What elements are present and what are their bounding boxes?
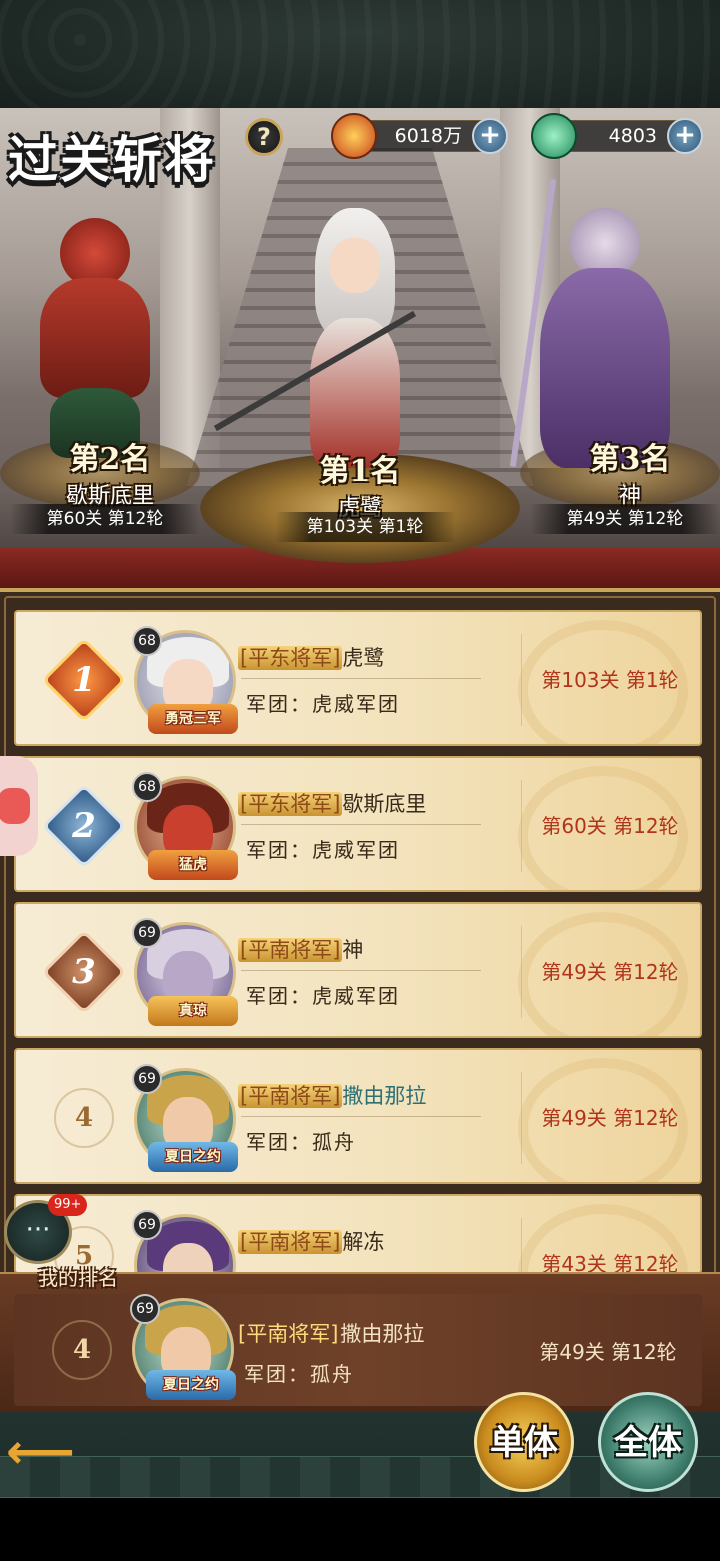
podium-rank1-progress: 第103关 第1轮: [275, 512, 455, 542]
column-divider: [521, 634, 522, 726]
name-divider: [241, 678, 481, 679]
level-badge: 68: [132, 626, 162, 656]
player-name: [平南将军]撒由那拉: [238, 1322, 425, 1346]
ranking-row-3[interactable]: 3 69 真琼 [平南将军]神 军团：虎威军团 第49关 第12轮: [14, 902, 702, 1038]
player-progress: 第103关 第1轮: [541, 668, 679, 692]
name-divider: [241, 1116, 481, 1117]
player-progress: 第49关 第12轮: [539, 1340, 677, 1364]
gold-coin-icon: [331, 113, 377, 159]
rank-number: 4: [46, 1080, 122, 1156]
page-title: 过关斩将: [8, 130, 216, 189]
my-rank-row[interactable]: 4 69 夏日之约 [平南将军]撒由那拉 军团：孤舟 第49关 第12轮: [14, 1294, 702, 1406]
player-progress: 第43关 第12轮: [541, 1252, 679, 1274]
single-mode-button[interactable]: 单体: [474, 1392, 574, 1492]
player-legion: 军团：虎威军团: [246, 692, 400, 716]
podium-rank1-label: 第1名: [319, 454, 401, 489]
column-divider: [521, 1218, 522, 1272]
podium-rank2: 第2名 歇斯底里: [30, 434, 190, 510]
rank-medal-silver: 2: [41, 783, 127, 869]
column-divider: [521, 780, 522, 872]
avatar-tag: 猛虎: [148, 850, 238, 880]
player-legion: 军团：虎威军团: [246, 838, 400, 862]
add-jade-plus-icon[interactable]: +: [667, 118, 703, 154]
all-mode-button[interactable]: 全体: [598, 1392, 698, 1492]
top-band: [0, 0, 720, 108]
player-name: [平南将军]撒由那拉: [238, 1084, 427, 1108]
player-name: [平东将军]歇斯底里: [238, 792, 427, 816]
column-divider: [521, 926, 522, 1018]
level-badge: 69: [132, 1064, 162, 1094]
avatar-tag: 勇冠三军: [148, 704, 238, 734]
my-rank-label: 我的排名: [38, 1266, 118, 1290]
jade-icon: [531, 113, 577, 159]
podium-rank2-progress: 第60关 第12轮: [10, 504, 200, 534]
chat-badge: 99+: [48, 1194, 88, 1216]
ranking-row-2[interactable]: 2 68 猛虎 [平东将军]歇斯底里 军团：虎威军团 第60关 第12轮: [14, 756, 702, 892]
gold-currency: 6018万 +: [331, 113, 508, 159]
player-legion: 军团：虎威军团: [246, 984, 400, 1008]
column-divider: [521, 1072, 522, 1164]
player-name: [平东将军]虎鹭: [238, 646, 385, 670]
rank-medal-gold: 1: [41, 637, 127, 723]
gold-value: 6018万: [394, 125, 462, 147]
rank-number: 4: [44, 1312, 120, 1388]
rank-medal-bronze: 3: [41, 929, 127, 1015]
level-badge: 69: [132, 1210, 162, 1240]
player-legion: 军团：孤舟: [246, 1130, 356, 1154]
level-badge: 69: [132, 918, 162, 948]
hero-figure-rank3[interactable]: [500, 178, 700, 478]
question-icon[interactable]: ?: [245, 118, 283, 156]
player-progress: 第49关 第12轮: [541, 1106, 679, 1130]
float-menu-icon: [0, 788, 30, 824]
hero-figure-rank2[interactable]: [20, 218, 170, 458]
side-float-tab[interactable]: [0, 756, 38, 856]
ranking-row-1[interactable]: 1 68 勇冠三军 [平东将军]虎鹭 军团：虎威军团 第103关 第1轮: [14, 610, 702, 746]
player-name: [平南将军]神: [238, 938, 364, 962]
podium-rank3: 第3名 神: [550, 434, 710, 510]
level-badge: 68: [132, 772, 162, 802]
level-badge: 69: [130, 1294, 160, 1324]
name-divider: [241, 824, 481, 825]
avatar-tag: 真琼: [148, 996, 238, 1026]
player-name: [平南将军]解冻: [238, 1230, 385, 1254]
ranking-row-4[interactable]: 4 69 夏日之约 [平南将军]撒由那拉 军团：孤舟 第49关 第12轮: [14, 1048, 702, 1184]
avatar-tag: 夏日之约: [148, 1142, 238, 1172]
add-gold-plus-icon[interactable]: +: [472, 118, 508, 154]
jade-currency: 4803 +: [531, 113, 703, 159]
podium-rank3-label: 第3名: [589, 442, 671, 477]
name-divider: [241, 970, 481, 971]
player-legion: 军团：孤舟: [244, 1362, 354, 1386]
podium-rank1: 第1名 虎鹭: [285, 446, 435, 522]
avatar-tag: 夏日之约: [146, 1370, 236, 1400]
player-progress: 第60关 第12轮: [541, 814, 679, 838]
bottom-black-area: [0, 1498, 720, 1561]
podium-rank3-progress: 第49关 第12轮: [530, 504, 720, 534]
podium-rank2-label: 第2名: [69, 442, 151, 477]
jade-value: 4803: [608, 125, 657, 147]
player-progress: 第49关 第12轮: [541, 960, 679, 984]
back-arrow-icon[interactable]: ⟵: [6, 1428, 96, 1480]
